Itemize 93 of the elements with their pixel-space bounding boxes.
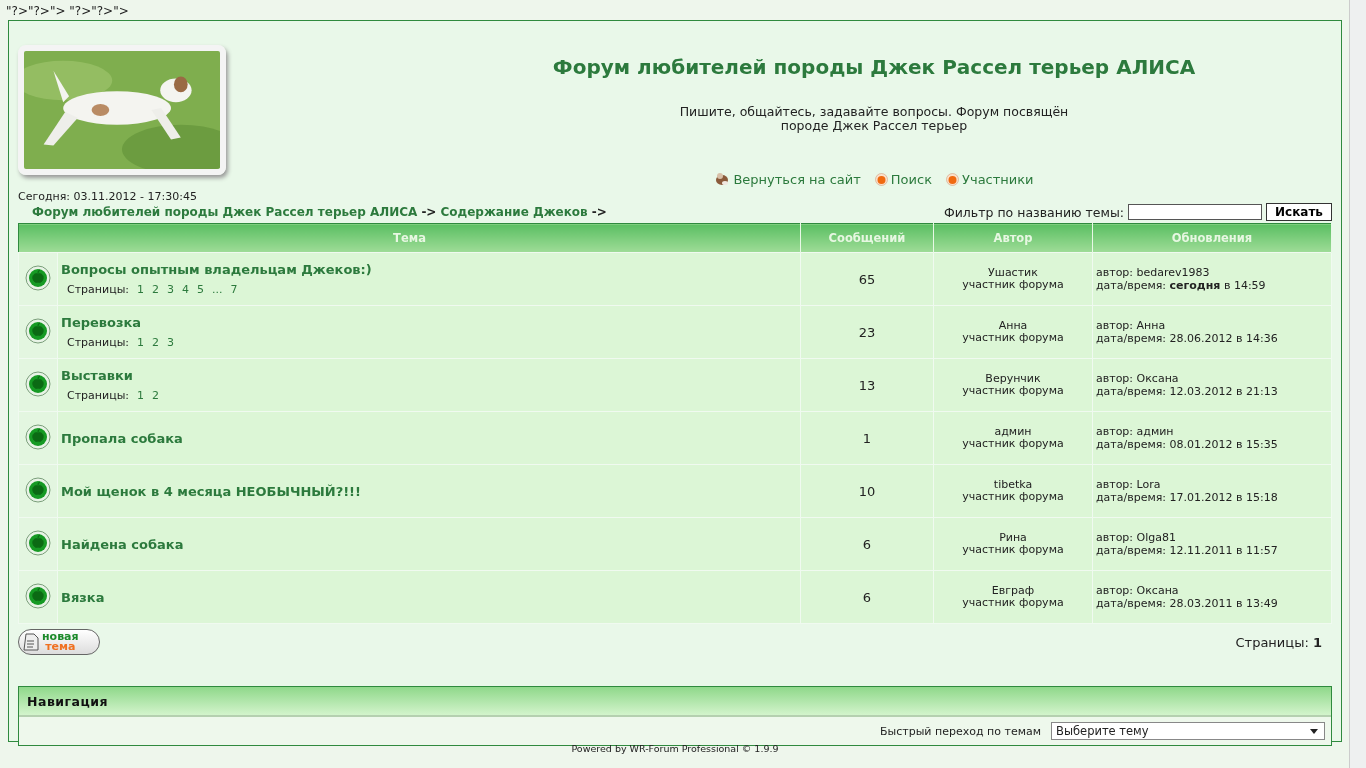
bullet-icon: [946, 172, 960, 186]
page-link[interactable]: 4: [182, 283, 190, 296]
last-post-date: дата/время: 28.03.2011 в 13:49: [1096, 597, 1279, 610]
author-name: Верунчик: [984, 373, 1042, 385]
breadcrumb-separator: ->: [421, 205, 437, 219]
page-link[interactable]: 2: [152, 389, 160, 402]
footer-text: Powered by WR-Forum Professional © 1.9.9: [570, 742, 780, 754]
last-post-author: автор: Оксана: [1096, 584, 1180, 597]
author-role: участник форума: [961, 385, 1065, 397]
message-count: 6: [800, 517, 934, 571]
pages-indicator: Страницы: 1: [1235, 634, 1323, 650]
last-post-author: автор: Анна: [1096, 319, 1167, 332]
topic-link[interactable]: Пропала собака: [61, 430, 183, 446]
header-link[interactable]: Участники: [946, 171, 1034, 187]
page-link[interactable]: 1: [137, 389, 145, 402]
author-name: tibetka: [992, 479, 1034, 491]
search-button[interactable]: Искать: [1266, 203, 1332, 221]
page-link[interactable]: 1: [137, 336, 145, 349]
apple-status-icon: [25, 423, 51, 450]
topic-select[interactable]: Выберите тему: [1051, 722, 1325, 740]
column-header: Тема: [18, 223, 801, 253]
last-post-author: автор: bedarev1983: [1096, 266, 1211, 279]
header-link[interactable]: Поиск: [874, 171, 933, 187]
last-post-date: дата/время: сегодня в 14:59: [1096, 279, 1267, 292]
page-link[interactable]: 2: [152, 336, 160, 349]
topic-link[interactable]: Перевозка: [61, 315, 142, 330]
dropdown-arrow-icon: [1310, 728, 1318, 734]
filter-label: Фильтр по названию темы:: [944, 204, 1124, 220]
last-post-author: автор: Оксана: [1096, 372, 1180, 385]
topic-link[interactable]: Найдена собака: [61, 536, 184, 552]
last-post-date: дата/время: 17.01.2012 в 15:18: [1096, 491, 1279, 504]
column-header: Сообщений: [800, 223, 934, 253]
apple-status-icon: [25, 317, 51, 344]
pages-label: Страницы:: [67, 389, 130, 402]
pages-label: Страницы:: [67, 283, 130, 296]
new-topic-button[interactable]: новая тема: [18, 629, 100, 655]
breadcrumb-link[interactable]: Форум любителей породы Джек Рассел терьер АЛИСА: [32, 205, 418, 219]
author-name: админ: [993, 426, 1033, 438]
author-role: участник форума: [961, 332, 1065, 344]
bullet-icon: [874, 172, 888, 186]
last-post-date: дата/время: 08.01.2012 в 15:35: [1096, 438, 1279, 451]
page-link[interactable]: ...: [212, 283, 223, 296]
column-header: Автор: [933, 223, 1093, 253]
filter-field[interactable]: [1128, 204, 1262, 220]
page-link[interactable]: 7: [230, 283, 238, 296]
navigation-title: Навигация: [19, 687, 1331, 717]
current-date: Сегодня: 03.11.2012 - 17:30:45: [18, 189, 198, 203]
topic-link[interactable]: Вопросы опытным владельцам Джеков:): [61, 262, 372, 277]
page-link[interactable]: 3: [167, 336, 175, 349]
author-name: Рина: [998, 532, 1028, 544]
dog-icon: [714, 171, 731, 187]
author-role: участник форума: [961, 491, 1065, 503]
topic-link[interactable]: Выставки: [61, 368, 133, 383]
last-post-author: автор: Olga81: [1096, 531, 1177, 544]
topic-link[interactable]: Вязка: [61, 589, 105, 605]
page-link[interactable]: 3: [167, 283, 175, 296]
last-post-date: дата/время: 12.11.2011 в 11:57: [1096, 544, 1279, 557]
breadcrumb-link[interactable]: Содержание Джеков: [440, 205, 588, 219]
page-link[interactable]: 5: [197, 283, 205, 296]
document-icon: [23, 633, 39, 651]
breadcrumb-separator: ->: [591, 205, 607, 219]
topic-link[interactable]: Мой щенок в 4 месяца НЕОБЫЧНЫЙ?!!!: [61, 483, 361, 499]
author-name: Анна: [997, 320, 1029, 332]
author-role: участник форума: [961, 438, 1065, 450]
last-post-date: дата/время: 12.03.2012 в 21:13: [1096, 385, 1279, 398]
apple-status-icon: [25, 582, 51, 609]
author-role: участник форума: [961, 279, 1065, 291]
column-header: Обновления: [1092, 223, 1332, 253]
last-post-date: дата/время: 28.06.2012 в 14:36: [1096, 332, 1279, 345]
last-post-author: автор: Lora: [1096, 478, 1162, 491]
apple-status-icon: [25, 529, 51, 556]
message-count: 1: [800, 411, 934, 465]
message-count: 23: [800, 305, 934, 359]
author-name: Ушастик: [987, 267, 1039, 279]
header-link[interactable]: Вернуться на сайт: [714, 171, 861, 187]
apple-status-icon: [25, 370, 51, 397]
apple-status-icon: [25, 476, 51, 503]
last-post-author: автор: админ: [1096, 425, 1175, 438]
pages-label: Страницы:: [67, 336, 130, 349]
author-name: Евграф: [990, 585, 1036, 597]
message-count: 65: [800, 252, 934, 306]
forum-subtitle: Пишите, общайтесь, задавайте вопросы. Форум посвящён породе Джек Рассел терьер: [678, 105, 1070, 133]
message-count: 6: [800, 570, 934, 624]
stray-text: "?>"?>"> "?>"?>">: [5, 3, 130, 20]
page-link[interactable]: 1: [137, 283, 145, 296]
page-link[interactable]: 2: [152, 283, 160, 296]
apple-status-icon: [25, 264, 51, 291]
author-role: участник форума: [961, 597, 1065, 609]
jump-label: Быстрый переход по темам: [880, 724, 1041, 738]
message-count: 13: [800, 358, 934, 412]
author-role: участник форума: [961, 544, 1065, 556]
message-count: 10: [800, 464, 934, 518]
forum-title: Форум любителей породы Джек Рассел терьер АЛИСА: [552, 55, 1196, 79]
